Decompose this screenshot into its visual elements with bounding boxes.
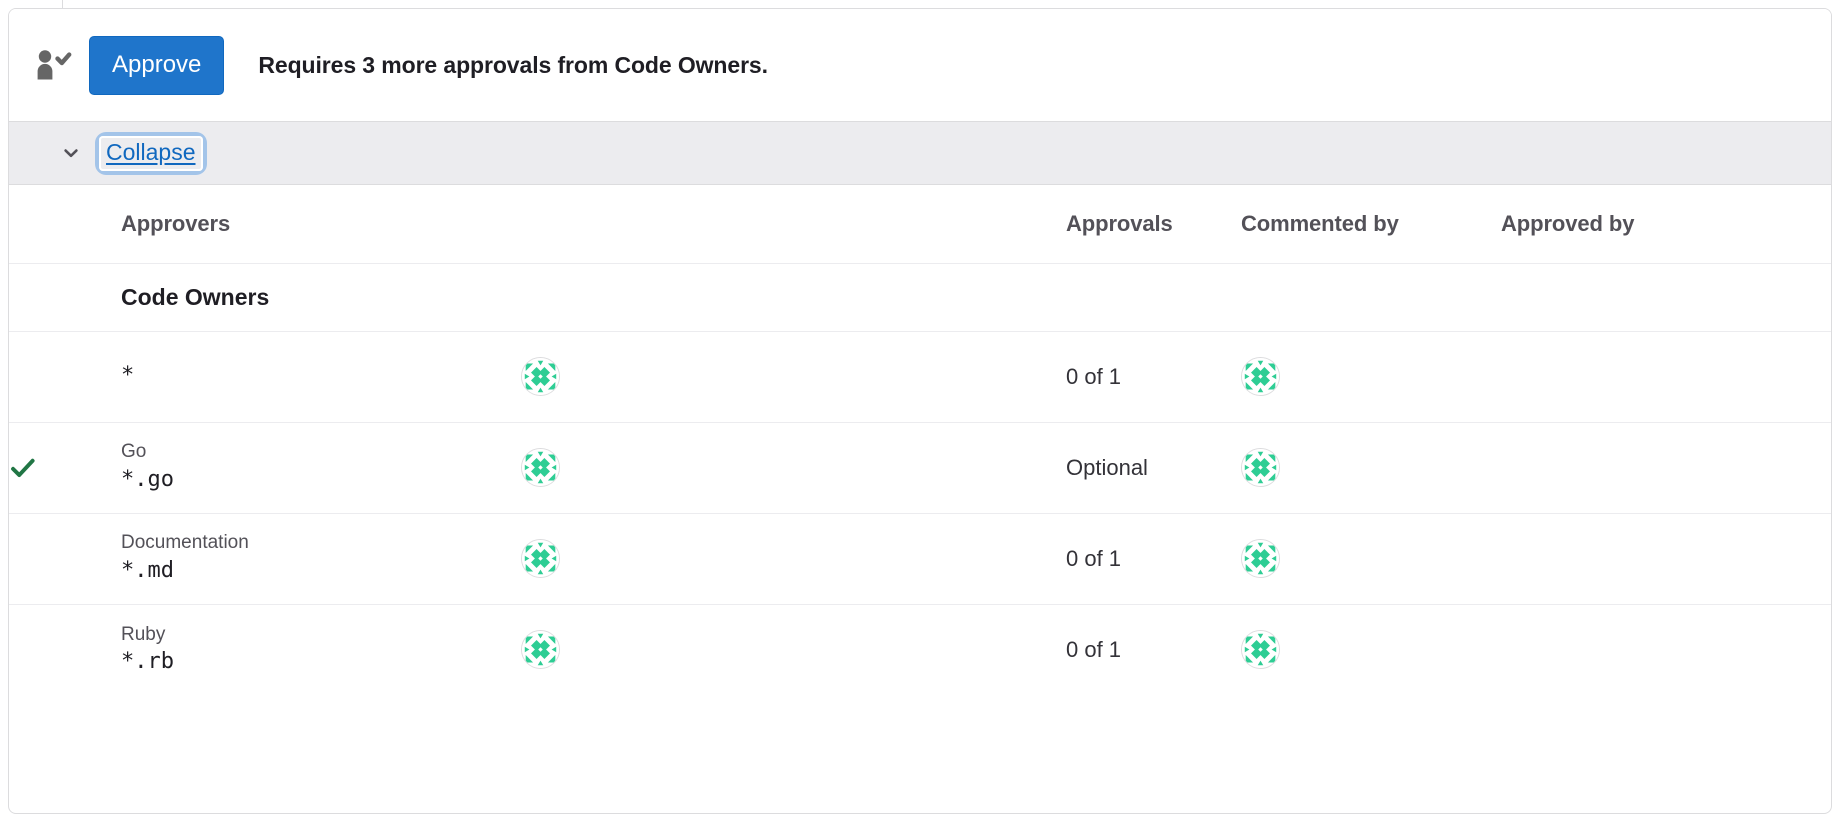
avatar-group xyxy=(1241,448,1501,487)
rule-section-name: Ruby xyxy=(121,623,166,645)
identicon-avatar[interactable] xyxy=(1241,539,1280,578)
check-icon xyxy=(9,458,36,478)
rule-name-cell: Ruby *.rb xyxy=(121,603,521,695)
section-row-code-owners: Code Owners xyxy=(9,262,1831,331)
identicon-avatar[interactable] xyxy=(521,630,560,670)
rule-status-cell xyxy=(9,512,121,604)
rule-pattern: *.md xyxy=(121,558,174,584)
rule-section-name: Go xyxy=(121,441,147,463)
column-header-eligible xyxy=(521,185,1066,263)
approvals-count: 0 of 1 xyxy=(1066,636,1122,662)
approvals-count-cell: 0 of 1 xyxy=(1066,512,1241,604)
rule-section-name: Documentation xyxy=(121,532,249,554)
identicon-avatar[interactable] xyxy=(521,539,560,578)
column-header-status xyxy=(9,185,121,263)
rule-name-cell: Documentation *.md xyxy=(121,512,521,604)
rule-status-cell xyxy=(9,421,121,513)
approved-by-cell xyxy=(1501,421,1831,513)
collapse-bar: Collapse xyxy=(9,122,1831,185)
column-header-approvals: Approvals xyxy=(1066,210,1173,236)
approvals-count-cell: 0 of 1 xyxy=(1066,330,1241,422)
rule-status-cell xyxy=(9,603,121,695)
avatar-group xyxy=(1241,357,1501,396)
avatar-group xyxy=(1241,539,1501,578)
section-row-label: Code Owners xyxy=(121,262,1831,331)
commented-by-cell xyxy=(1241,330,1501,422)
approvals-count: 0 of 1 xyxy=(1066,363,1122,389)
approval-action-bar: Approve Requires 3 more approvals from C… xyxy=(9,9,1831,122)
eligible-approvers-cell xyxy=(521,421,1066,513)
avatar-group xyxy=(521,448,1066,487)
eligible-approvers-cell xyxy=(521,603,1066,695)
commented-by-cell xyxy=(1241,421,1501,513)
approver-rule-row: * 0 of 1 xyxy=(9,330,1831,422)
rule-name-cell: Go *.go xyxy=(121,421,521,513)
collapse-link-focus-ring: Collapse xyxy=(99,135,203,171)
column-header-approved-by: Approved by xyxy=(1501,210,1635,236)
approver-rule-row: Documentation *.md 0 of 1 xyxy=(9,512,1831,604)
approvals-count: Optional xyxy=(1066,454,1148,480)
identicon-avatar[interactable] xyxy=(1241,448,1280,487)
chevron-down-icon[interactable] xyxy=(61,143,81,163)
approve-button[interactable]: Approve xyxy=(89,35,225,95)
identicon-avatar[interactable] xyxy=(521,448,560,487)
approvals-count-cell: 0 of 1 xyxy=(1066,603,1241,695)
approvals-count: 0 of 1 xyxy=(1066,545,1122,571)
identicon-avatar[interactable] xyxy=(521,357,560,396)
approver-rule-row: Ruby *.rb 0 of 1 xyxy=(9,603,1831,695)
eligible-approvers-cell xyxy=(521,330,1066,422)
commented-by-cell xyxy=(1241,603,1501,695)
section-row-spacer xyxy=(9,262,121,331)
rule-pattern: *.rb xyxy=(121,649,174,675)
approver-rule-row: Go *.go Optional xyxy=(9,421,1831,513)
approval-person-check-icon xyxy=(31,48,75,82)
avatar-group xyxy=(1241,630,1501,670)
avatar-group xyxy=(521,539,1066,578)
eligible-approvers-cell xyxy=(521,512,1066,604)
rule-pattern: *.go xyxy=(121,467,174,493)
approvals-widget-card: Approve Requires 3 more approvals from C… xyxy=(8,8,1832,814)
avatar-group xyxy=(521,630,1066,670)
approvers-table-head: Approvers Approvals Commented by Approve… xyxy=(9,185,1831,263)
table-header-row: Approvers Approvals Commented by Approve… xyxy=(9,185,1831,263)
column-header-commented-by: Commented by xyxy=(1241,210,1399,236)
approved-by-cell xyxy=(1501,512,1831,604)
approvers-table: Approvers Approvals Commented by Approve… xyxy=(9,185,1831,695)
approvers-table-body: Code Owners * 0 of 1 Go *.go Optional Documen… xyxy=(9,262,1831,695)
rule-status-cell xyxy=(9,330,121,422)
collapse-link[interactable]: Collapse xyxy=(99,135,203,171)
rule-name-cell: * xyxy=(121,330,521,422)
commented-by-cell xyxy=(1241,512,1501,604)
approval-status-text: Requires 3 more approvals from Code Owne… xyxy=(258,51,768,78)
approvals-count-cell: Optional xyxy=(1066,421,1241,513)
identicon-avatar[interactable] xyxy=(1241,630,1280,670)
column-header-approvers: Approvers xyxy=(121,210,231,236)
approved-by-cell xyxy=(1501,330,1831,422)
approved-by-cell xyxy=(1501,603,1831,695)
rule-pattern: * xyxy=(121,363,135,389)
avatar-group xyxy=(521,357,1066,396)
identicon-avatar[interactable] xyxy=(1241,357,1280,396)
